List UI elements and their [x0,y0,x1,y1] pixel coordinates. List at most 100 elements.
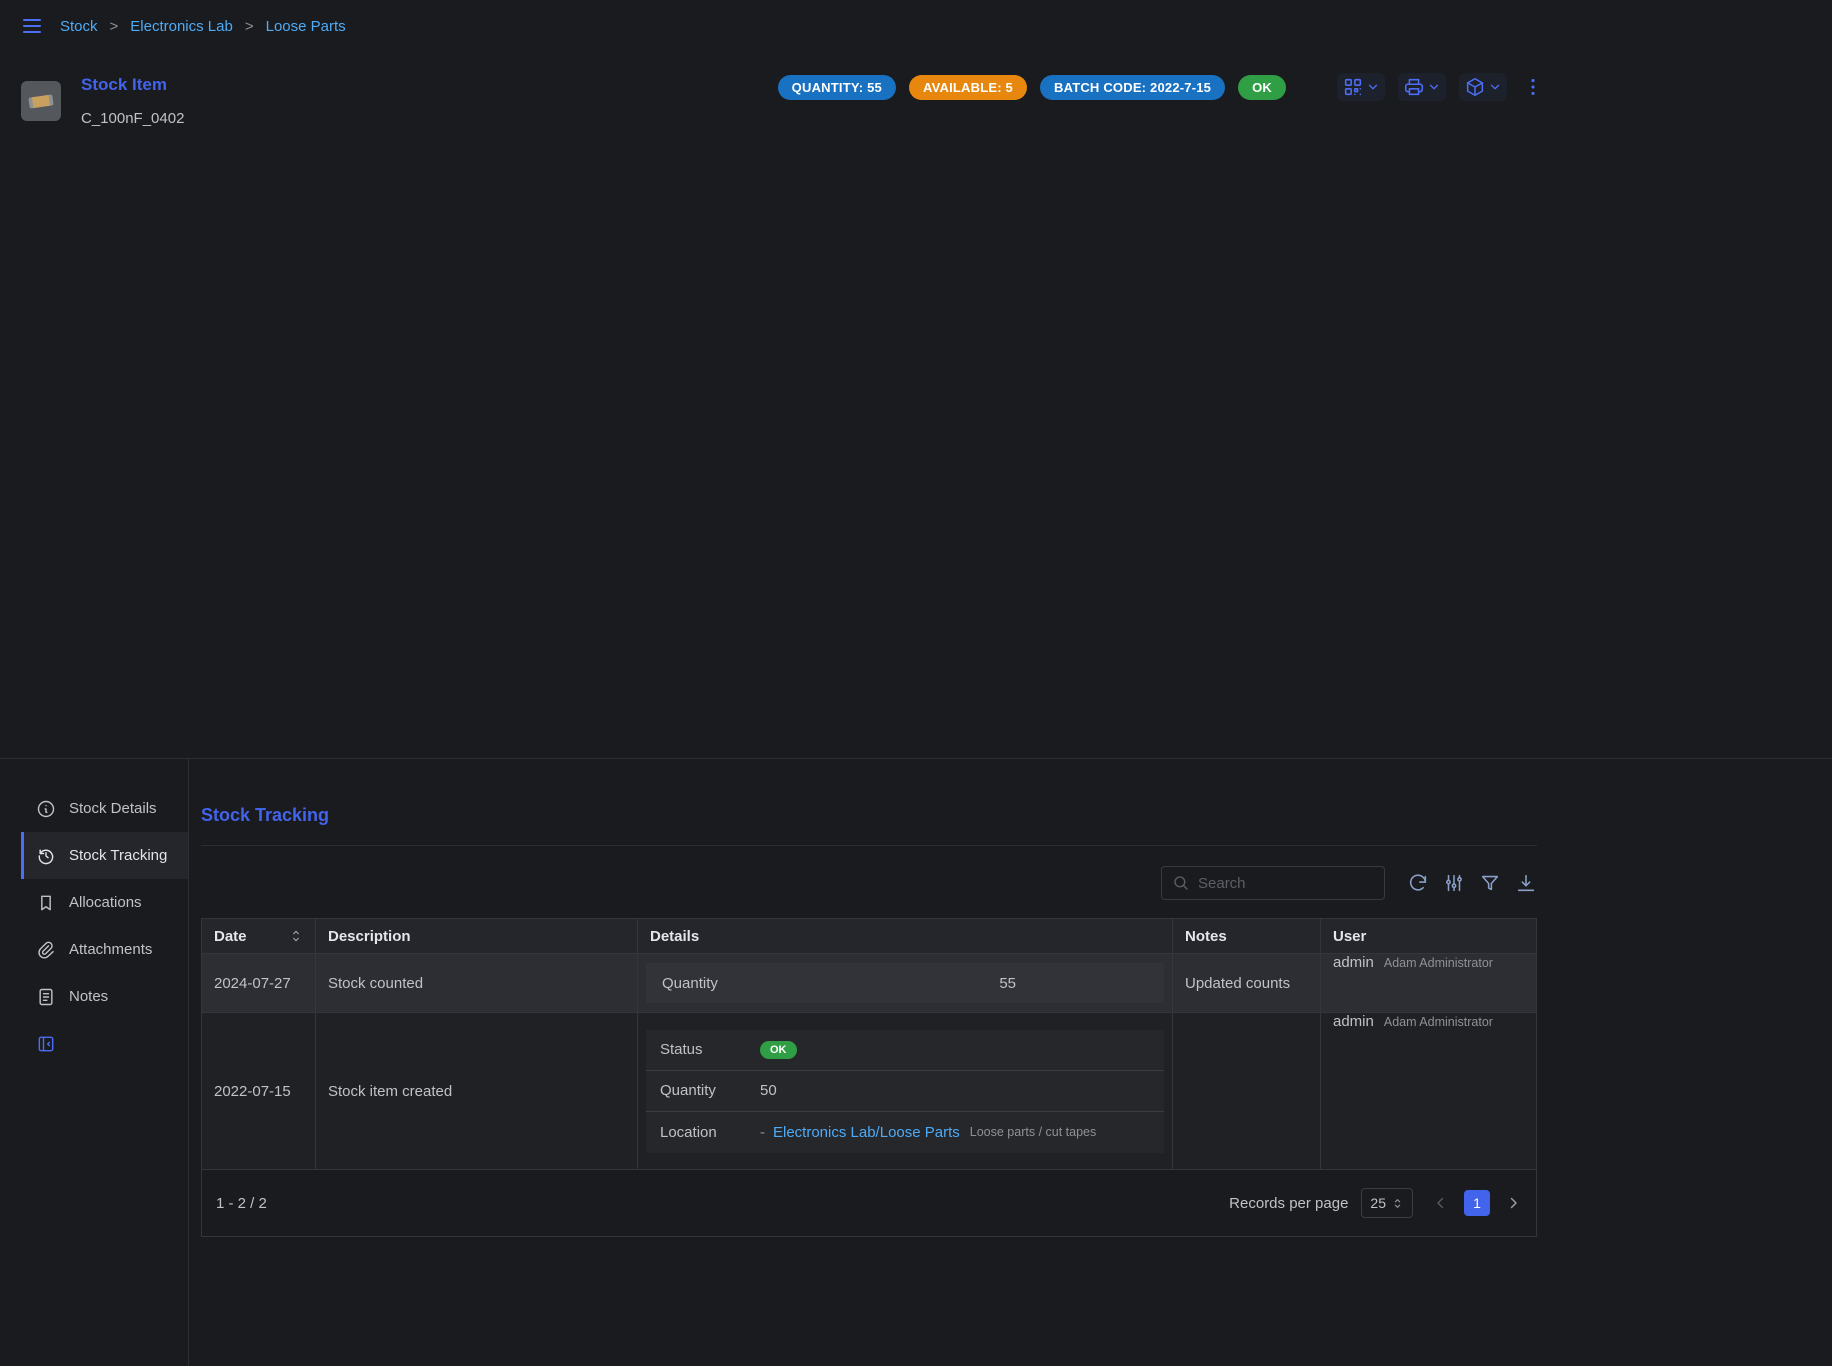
page-1-button[interactable]: 1 [1464,1190,1490,1216]
chevron-down-icon [1427,80,1441,94]
search-input[interactable] [1198,875,1374,892]
part-name: C_100nF_0402 [81,110,184,127]
chevron-down-icon [1366,80,1380,94]
breadcrumb-link-loose-parts[interactable]: Loose Parts [266,18,346,35]
print-actions-button[interactable] [1398,73,1446,101]
cell-date: 2022-07-15 [202,1013,316,1169]
barcode-actions-button[interactable] [1337,73,1385,101]
detail-label: Quantity [660,1082,760,1099]
content-area: Stock Details Stock Tracking Allocations… [0,759,1557,1366]
download-button[interactable] [1515,872,1537,894]
column-label: Details [650,928,699,945]
sidebar: Stock Details Stock Tracking Allocations… [0,759,189,1366]
breadcrumb: Stock > Electronics Lab > Loose Parts [60,18,346,35]
location-dash: - [760,1124,765,1141]
location-link[interactable]: Electronics Lab/Loose Parts [773,1124,960,1141]
section-divider [201,845,1537,846]
cell-details: Quantity 55 [638,954,1173,1012]
paperclip-icon [36,940,56,960]
info-icon [36,799,56,819]
available-badge: AVAILABLE: 5 [909,75,1027,100]
breadcrumb-separator: > [110,18,119,35]
detail-label: Quantity [662,975,718,992]
breadcrumb-link-electronics-lab[interactable]: Electronics Lab [130,18,233,35]
column-header-notes: Notes [1173,919,1321,953]
detail-status-row: Status OK [646,1030,1164,1071]
record-range: 1 - 2 / 2 [216,1195,267,1212]
cell-details: Status OK Quantity 50 Location - Electro… [638,1013,1173,1169]
detail-label: Location [660,1124,760,1141]
sidebar-item-stock-tracking[interactable]: Stock Tracking [21,832,188,879]
chevron-right-icon [1504,1194,1522,1212]
capacitor-image [28,94,53,108]
header-actions [1337,73,1546,101]
column-header-date[interactable]: Date [202,919,316,953]
footer-right: Records per page 25 1 [1229,1188,1522,1218]
cell-notes: Updated counts [1173,954,1321,1012]
sidebar-item-stock-details[interactable]: Stock Details [21,785,188,832]
sidebar-item-attachments[interactable]: Attachments [21,926,188,973]
breadcrumb-link-stock[interactable]: Stock [60,18,98,35]
sidebar-item-notes[interactable]: Notes [21,973,188,1020]
main-panel: Stock Tracking [189,759,1557,1366]
details-subtable: Status OK Quantity 50 Location - Electro… [646,1030,1164,1153]
part-thumbnail[interactable] [21,81,61,121]
cell-description: Stock item created [316,1013,638,1169]
records-per-page-value: 25 [1370,1195,1386,1211]
refresh-button[interactable] [1407,872,1429,894]
column-label: Notes [1185,928,1227,945]
table-footer: 1 - 2 / 2 Records per page 25 [202,1170,1536,1236]
column-label: User [1333,928,1366,945]
hamburger-menu-icon[interactable] [20,14,44,38]
column-settings-button[interactable] [1443,872,1465,894]
sidebar-item-label: Stock Tracking [69,847,167,864]
next-page-button[interactable] [1504,1194,1522,1212]
notes-icon [36,987,56,1007]
cell-user: admin Adam Administrator [1321,954,1538,1012]
pagination: 1 [1432,1190,1522,1216]
qrcode-icon [1342,76,1364,98]
filter-icon [1479,872,1501,894]
refresh-icon [1407,872,1429,894]
records-per-page-select[interactable]: 25 [1361,1188,1413,1218]
table-row[interactable]: 2022-07-15 Stock item created Status OK … [202,1013,1536,1170]
previous-page-button[interactable] [1432,1194,1450,1212]
quantity-badge: QUANTITY: 55 [778,75,896,100]
filter-button[interactable] [1479,872,1501,894]
stock-tracking-table: Date Description Details Notes User 2024… [201,918,1537,1237]
user-fullname: Adam Administrator [1384,956,1493,970]
sidebar-item-allocations[interactable]: Allocations [21,879,188,926]
header-right: QUANTITY: 55 AVAILABLE: 5 BATCH CODE: 20… [778,73,1546,101]
table-header-row: Date Description Details Notes User [202,919,1536,954]
chevron-down-icon [1488,80,1502,94]
section-heading: Stock Tracking [201,805,1537,826]
stock-item-header: Stock Item C_100nF_0402 QUANTITY: 55 AVA… [0,52,1557,150]
location-description: Loose parts / cut tapes [970,1125,1096,1139]
batch-code-badge: BATCH CODE: 2022-7-15 [1040,75,1225,100]
bookmark-icon [36,893,56,913]
table-row[interactable]: 2024-07-27 Stock counted Quantity 55 Upd… [202,954,1536,1013]
status-ok-chip: OK [760,1041,797,1059]
top-bar: Stock > Electronics Lab > Loose Parts [0,0,1557,52]
sort-icon [289,929,303,943]
sidebar-item-label: Stock Details [69,800,157,817]
records-per-page-label: Records per page [1229,1195,1348,1212]
sidebar-collapse-icon [36,1034,56,1054]
chevron-left-icon [1432,1194,1450,1212]
download-icon [1515,872,1537,894]
selector-icon [1391,1197,1404,1210]
table-controls [201,866,1537,900]
detail-quantity-row: Quantity 55 [646,963,1164,1003]
stock-operations-icon [1464,76,1486,98]
sidebar-collapse-button[interactable] [36,1034,56,1054]
status-ok-badge: OK [1238,75,1286,100]
detail-location-row: Location - Electronics Lab/Loose Parts L… [646,1112,1164,1153]
stock-operations-button[interactable] [1459,73,1507,101]
user-fullname: Adam Administrator [1384,1015,1493,1029]
printer-icon [1403,76,1425,98]
more-options-button[interactable] [1520,73,1546,101]
search-icon [1172,874,1190,892]
detail-label: Status [660,1041,760,1058]
search-box [1161,866,1385,900]
adjustments-icon [1443,872,1465,894]
